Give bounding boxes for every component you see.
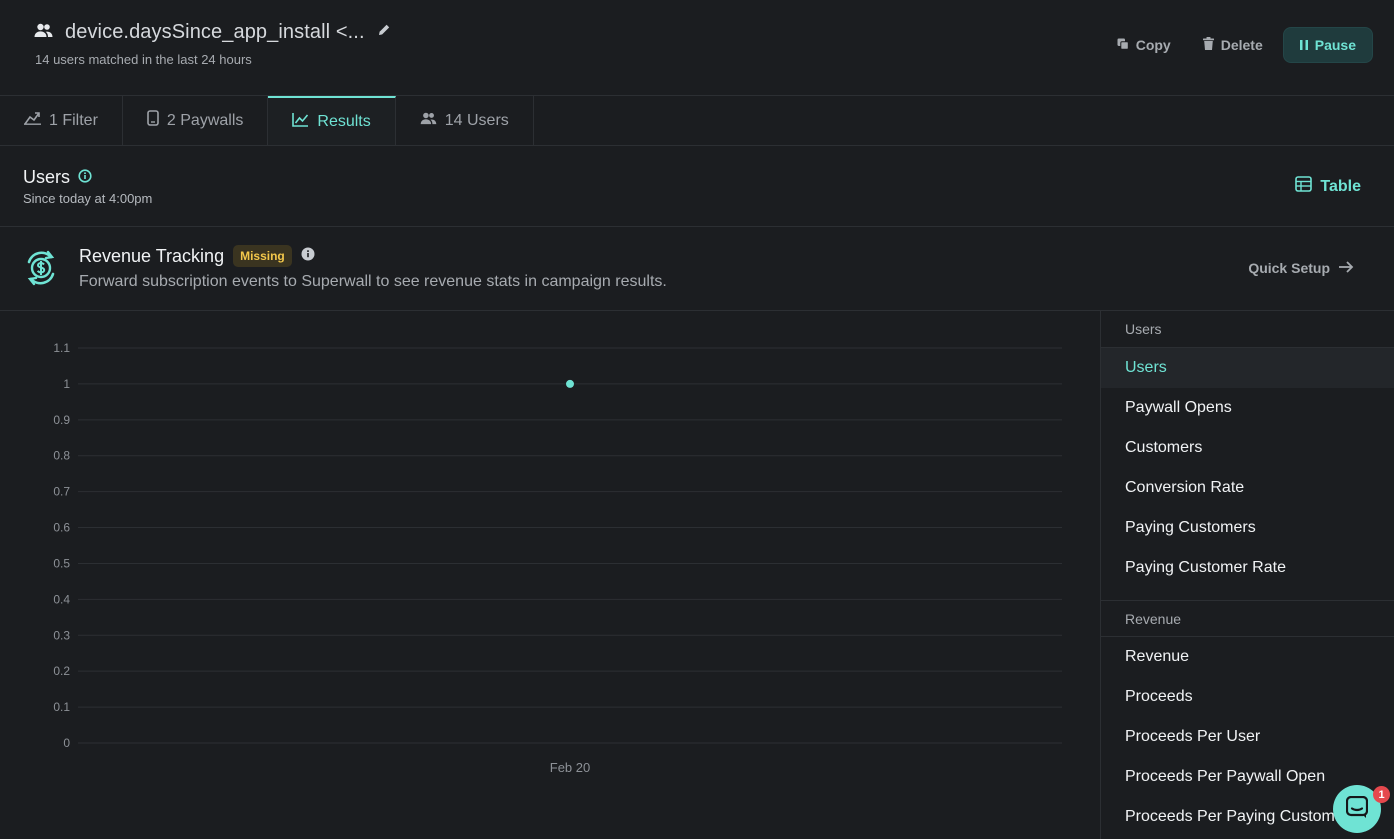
table-label: Table bbox=[1320, 177, 1361, 195]
table-icon bbox=[1295, 176, 1313, 197]
tab-results-label: Results bbox=[317, 112, 371, 130]
y-tick-label: 0.4 bbox=[53, 592, 70, 606]
section-title-row: Users bbox=[23, 167, 92, 188]
metric-sidebar: Users Users Paywall Opens Customers Conv… bbox=[1100, 311, 1394, 839]
y-tick-label: 0.3 bbox=[53, 628, 70, 642]
y-tick-label: 0 bbox=[63, 736, 70, 750]
y-tick-label: 1.1 bbox=[53, 341, 70, 355]
copy-button[interactable]: Copy bbox=[1105, 27, 1183, 63]
delete-label: Delete bbox=[1220, 37, 1263, 53]
phone-icon bbox=[147, 110, 159, 131]
tab-paywalls-label: 2 Paywalls bbox=[166, 111, 244, 129]
metric-group-revenue: Revenue bbox=[1101, 600, 1394, 637]
metric-proceeds[interactable]: Proceeds bbox=[1101, 677, 1394, 717]
filter-icon bbox=[24, 111, 41, 130]
trash-icon bbox=[1202, 37, 1214, 53]
campaign-tabs: 1 Filter 2 Paywalls Results 14 Users bbox=[0, 96, 1394, 146]
x-tick-label: Feb 20 bbox=[550, 760, 590, 775]
missing-badge: Missing bbox=[233, 245, 292, 267]
metric-paying-customers[interactable]: Paying Customers bbox=[1101, 508, 1394, 548]
y-tick-label: 0.2 bbox=[53, 664, 70, 678]
users-icon bbox=[34, 23, 53, 43]
metric-conversion-rate[interactable]: Conversion Rate bbox=[1101, 468, 1394, 508]
results-section-header: Users Since today at 4:00pm Table bbox=[0, 146, 1394, 227]
y-tick-label: 0.5 bbox=[53, 556, 70, 570]
copy-icon bbox=[1117, 37, 1129, 53]
tab-filter-label: 1 Filter bbox=[49, 111, 98, 129]
y-tick-label: 0.8 bbox=[53, 449, 70, 463]
quick-setup-link[interactable]: Quick Setup bbox=[1248, 260, 1354, 276]
y-tick-label: 0.9 bbox=[53, 413, 70, 427]
section-subtitle: Since today at 4:00pm bbox=[23, 191, 153, 206]
pencil-icon[interactable] bbox=[377, 23, 391, 42]
revenue-tracking-banner: Revenue Tracking Missing Forward subscri… bbox=[0, 227, 1394, 311]
y-tick-label: 0.1 bbox=[53, 700, 70, 714]
table-view-button[interactable]: Table bbox=[1295, 176, 1361, 197]
y-tick-label: 0.6 bbox=[53, 521, 70, 535]
metric-paywall-opens[interactable]: Paywall Opens bbox=[1101, 388, 1394, 428]
pause-icon bbox=[1299, 37, 1308, 53]
tab-users-label: 14 Users bbox=[444, 111, 509, 129]
users-icon bbox=[420, 112, 437, 130]
metric-revenue[interactable]: Revenue bbox=[1101, 637, 1394, 677]
revenue-description: Forward subscription events to Superwall… bbox=[79, 273, 667, 290]
delete-button[interactable]: Delete bbox=[1191, 27, 1275, 63]
section-title: Users bbox=[23, 167, 71, 187]
results-chart: 0 0.1 0.2 0.3 0.4 0.5 0.6 0.7 0.8 0.9 1 1.1 Feb 20 bbox=[0, 311, 1100, 839]
quick-setup-label: Quick Setup bbox=[1248, 260, 1330, 276]
campaign-title: device.daysSince_app_install <... bbox=[65, 21, 365, 43]
info-icon[interactable] bbox=[78, 167, 92, 188]
campaign-header: device.daysSince_app_install <... 14 use… bbox=[0, 0, 1394, 96]
tab-results[interactable]: Results bbox=[268, 96, 396, 145]
pause-button[interactable]: Pause bbox=[1282, 27, 1373, 63]
campaign-title-row: device.daysSince_app_install <... bbox=[34, 21, 391, 44]
arrow-right-icon bbox=[1338, 260, 1354, 276]
copy-label: Copy bbox=[1135, 37, 1171, 53]
y-tick-label: 1 bbox=[63, 377, 70, 391]
tab-users[interactable]: 14 Users bbox=[396, 96, 534, 145]
campaign-subtitle: 14 users matched in the last 24 hours bbox=[35, 52, 252, 67]
metric-group-users: Users bbox=[1101, 311, 1394, 348]
metric-customers[interactable]: Customers bbox=[1101, 428, 1394, 468]
chat-notification-badge: 1 bbox=[1373, 786, 1390, 803]
y-tick-label: 0.7 bbox=[53, 485, 70, 499]
dollar-sync-icon bbox=[22, 249, 60, 292]
chart-svg: 0 0.1 0.2 0.3 0.4 0.5 0.6 0.7 0.8 0.9 1 1.1 Feb 20 bbox=[53, 341, 1062, 775]
tab-paywalls[interactable]: 2 Paywalls bbox=[123, 96, 269, 145]
revenue-title-row: Revenue Tracking Missing bbox=[79, 245, 315, 267]
chat-icon bbox=[1345, 795, 1369, 823]
tab-filter[interactable]: 1 Filter bbox=[0, 96, 123, 145]
metric-proceeds-per-user[interactable]: Proceeds Per User bbox=[1101, 717, 1394, 757]
chart-line-icon bbox=[292, 112, 309, 132]
data-point[interactable] bbox=[566, 379, 574, 388]
pause-label: Pause bbox=[1314, 37, 1356, 53]
header-actions: Copy Delete Pause bbox=[1105, 27, 1373, 63]
metric-users[interactable]: Users bbox=[1101, 348, 1394, 388]
info-icon[interactable] bbox=[301, 247, 315, 266]
revenue-title: Revenue Tracking bbox=[79, 245, 225, 266]
metric-paying-customer-rate[interactable]: Paying Customer Rate bbox=[1101, 548, 1394, 588]
